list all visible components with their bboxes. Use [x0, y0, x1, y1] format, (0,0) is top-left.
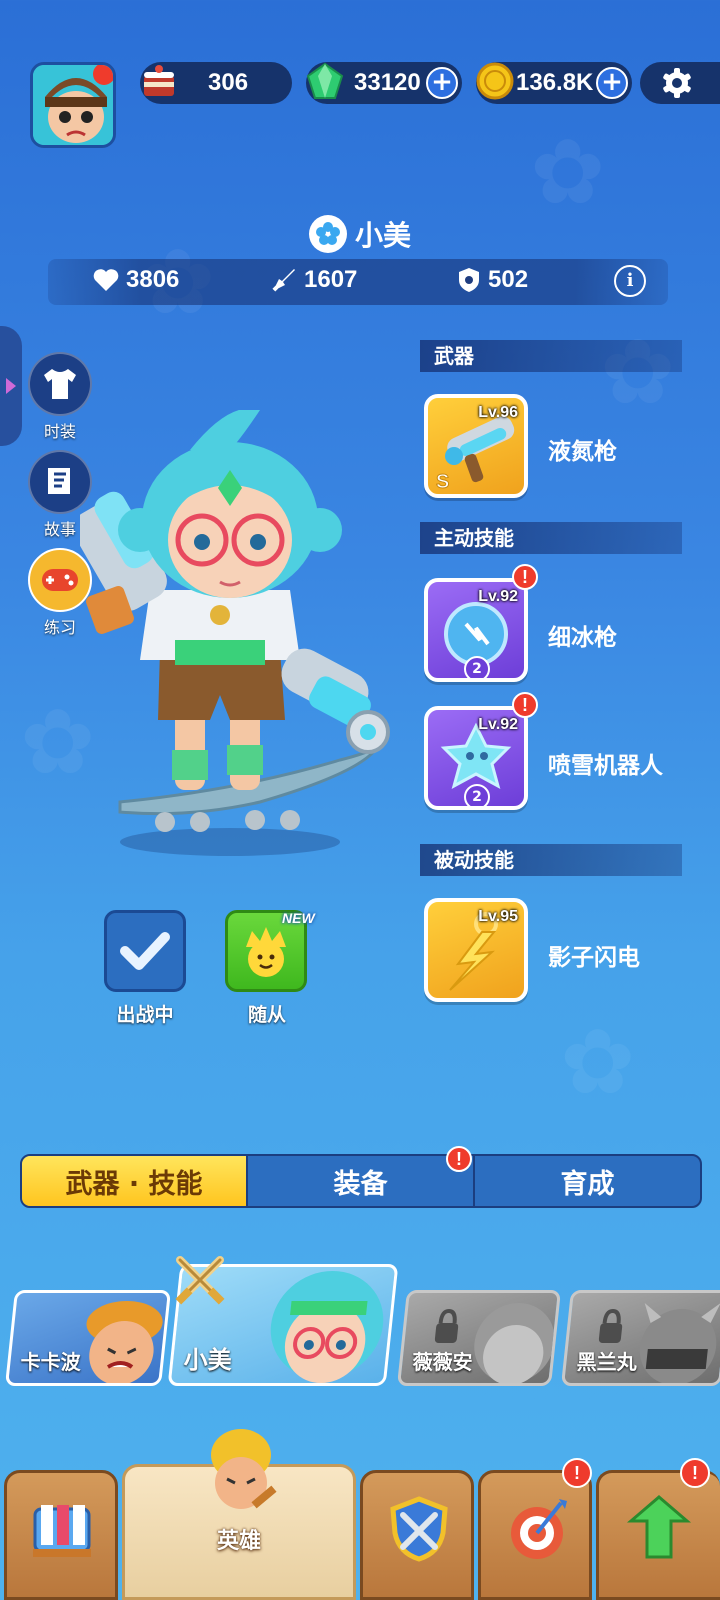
crossed-swords-icon: [175, 1256, 225, 1305]
gem-value: 33120: [354, 69, 421, 96]
hero-name: 小美: [354, 219, 411, 252]
passive-skill-section-title: 被动技能: [420, 844, 682, 876]
chevron-right-icon: [6, 378, 16, 394]
attack-value: 1607: [304, 266, 358, 293]
tab-training[interactable]: 育成: [475, 1156, 700, 1206]
coin-value: 136.8K: [516, 69, 594, 96]
background-flower-decoration: ✿: [600, 320, 676, 425]
hero-nav-icon: [211, 1429, 277, 1509]
active-skill-1-name: 细冰枪: [548, 625, 617, 651]
defense-stat: 502: [456, 266, 528, 294]
weapon-level: Lv.96: [478, 404, 518, 421]
nav-shop[interactable]: [4, 1470, 118, 1600]
passive-skill-level: Lv.95: [478, 908, 518, 925]
shirt-icon: [44, 369, 76, 399]
tab-equipment[interactable]: 装备: [248, 1156, 475, 1206]
hp-value: 3806: [126, 266, 180, 293]
notification-dot: [93, 65, 113, 85]
hero-card-kakabo-name: 卡卡波: [20, 1350, 81, 1374]
hero-stats-bar: 3806 1607 502 i: [48, 259, 668, 305]
checkmark-icon: [120, 932, 170, 970]
weapon-section-title: 武器: [420, 340, 682, 372]
add-gems-button[interactable]: +: [426, 67, 458, 99]
weapon-name: 液氮枪: [548, 439, 617, 465]
nav-target[interactable]: [478, 1470, 592, 1600]
sword-icon: [272, 269, 295, 292]
hero-card-heilanwan[interactable]: 黑兰丸: [560, 1290, 720, 1386]
hero-detail-tabs: 武器 · 技能 装备 育成: [20, 1154, 702, 1208]
active-skill-section-title: 主动技能: [420, 522, 682, 554]
weapon-card[interactable]: S Lv.96: [424, 394, 528, 498]
bottom-navigation: 英雄: [0, 1429, 720, 1600]
active-skill-2-card[interactable]: Lv.92 2: [424, 706, 528, 810]
nav-upgrade[interactable]: [596, 1470, 720, 1600]
deploy-button[interactable]: [104, 910, 186, 992]
hero-card-heilanwan-name: 黑兰丸: [576, 1350, 637, 1374]
active-skill-1-star-badge: 2: [464, 656, 490, 678]
gamepad-icon: [42, 569, 78, 591]
hero-card-weiweian[interactable]: 薇薇安: [396, 1290, 562, 1386]
target-icon: [511, 1499, 567, 1559]
hero-card-xiaomei-name: 小美: [183, 1346, 232, 1374]
background-flower-decoration: ✿: [530, 120, 606, 225]
cake-icon: [144, 65, 174, 96]
defense-value: 502: [488, 266, 529, 293]
svg-text:S: S: [436, 471, 449, 493]
book-icon: [48, 468, 70, 494]
battle-shield-icon: [390, 1496, 448, 1562]
shield-icon: [459, 268, 479, 292]
side-drawer-tab[interactable]: [0, 326, 22, 446]
attack-stat: 1607: [270, 266, 357, 294]
nav-hero-label: 英雄: [216, 1529, 261, 1554]
equipment-alert-icon: !: [446, 1146, 472, 1172]
hp-stat: 3806: [92, 266, 179, 294]
deploy-label: 出战中: [116, 1004, 174, 1026]
gem-icon: [306, 62, 344, 99]
add-coins-button[interactable]: +: [596, 67, 628, 99]
nav-hero[interactable]: 英雄: [122, 1429, 356, 1600]
hero-card-weiweian-name: 薇薇安: [412, 1350, 473, 1374]
active-skill-2-alert-icon: !: [512, 692, 538, 718]
heart-icon: [93, 269, 119, 291]
cake-value: 306: [208, 69, 249, 96]
hero-card-kakabo[interactable]: 卡卡波: [4, 1290, 172, 1386]
player-avatar-button[interactable]: [30, 62, 116, 148]
hero-name-row: 小美: [0, 214, 720, 254]
settings-button[interactable]: [640, 62, 720, 104]
nav-upgrade-alert-icon: !: [680, 1458, 710, 1488]
passive-skill-name: 影子闪电: [548, 945, 640, 971]
hero-character-illustration: [80, 410, 390, 856]
cake-counter: 306: [140, 62, 292, 104]
active-skill-1-card[interactable]: Lv.92 2: [424, 578, 528, 682]
coin-icon: [476, 62, 514, 100]
tab-weapon-skills[interactable]: 武器 · 技能: [22, 1156, 248, 1206]
costume-icon-circle: [28, 352, 92, 416]
gear-icon: [663, 68, 691, 98]
shop-icon: [33, 1505, 91, 1557]
coin-counter: 136.8K +: [476, 62, 632, 104]
upgrade-arrow-icon: [626, 1495, 692, 1559]
background-flower-decoration: ✿: [560, 1010, 636, 1115]
follower-label: 随从: [247, 1004, 286, 1026]
info-icon[interactable]: i: [614, 265, 646, 297]
nav-target-alert-icon: !: [562, 1458, 592, 1488]
nav-battle[interactable]: [360, 1470, 474, 1600]
active-skill-1-level: Lv.92: [478, 588, 518, 605]
active-skill-1-alert-icon: !: [512, 564, 538, 590]
active-skill-2-name: 喷雪机器人: [548, 753, 663, 779]
new-tag: NEW: [282, 910, 315, 926]
gem-counter: 33120 +: [306, 62, 462, 104]
active-skill-2-level: Lv.92: [478, 716, 518, 733]
ice-element-icon: [308, 215, 347, 253]
active-skill-2-star-badge: 2: [464, 784, 490, 806]
passive-skill-card[interactable]: Lv.95: [424, 898, 528, 1002]
